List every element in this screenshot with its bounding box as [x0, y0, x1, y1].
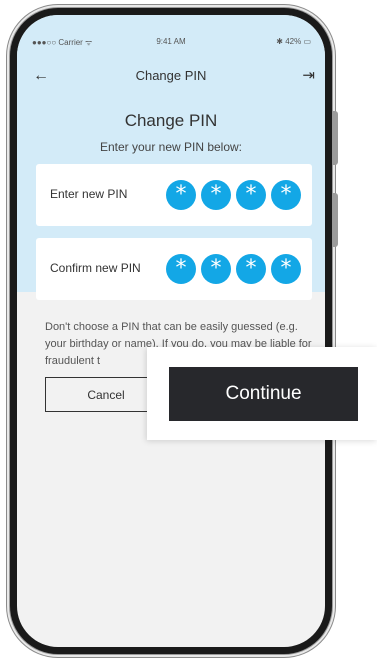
- pin-digit[interactable]: *: [201, 254, 231, 284]
- side-button-upper: [333, 111, 338, 165]
- logout-icon[interactable]: ⇥: [302, 65, 315, 87]
- new-pin-input[interactable]: * * * *: [161, 180, 301, 210]
- phone-screen: ●●●○○ Carrier ᯤ 9:41 AM ✱ 42% ▭ Change P…: [17, 15, 325, 647]
- continue-callout: Continue: [147, 347, 377, 440]
- confirm-pin-card: Confirm new PIN * * * *: [36, 238, 312, 300]
- pin-digit[interactable]: *: [166, 254, 196, 284]
- continue-button[interactable]: Continue: [169, 367, 358, 421]
- pin-digit[interactable]: *: [271, 180, 301, 210]
- nav-title: Change PIN: [135, 68, 207, 83]
- confirm-pin-label: Confirm new PIN: [50, 261, 141, 275]
- page-title: Change PIN: [124, 111, 218, 130]
- pin-digit[interactable]: *: [236, 254, 266, 284]
- pin-digit[interactable]: *: [271, 254, 301, 284]
- status-bar: ●●●○○ Carrier ᯤ 9:41 AM ✱ 42% ▭: [17, 35, 325, 49]
- pin-digit[interactable]: *: [236, 180, 266, 210]
- phone-frame: ●●●○○ Carrier ᯤ 9:41 AM ✱ 42% ▭ Change P…: [10, 8, 338, 654]
- nav-bar: Change PIN ← ⇥: [17, 65, 325, 87]
- battery-indicator: ✱ 42% ▭: [276, 37, 311, 46]
- page-subtitle: Enter your new PIN below:: [99, 140, 243, 154]
- confirm-pin-input[interactable]: * * * *: [161, 254, 301, 284]
- side-button-lower: [333, 193, 338, 247]
- pin-digit[interactable]: *: [166, 180, 196, 210]
- new-pin-card: Enter new PIN * * * *: [36, 164, 312, 226]
- new-pin-label: Enter new PIN: [50, 187, 128, 201]
- back-arrow-icon[interactable]: ←: [33, 65, 49, 87]
- pin-digit[interactable]: *: [201, 180, 231, 210]
